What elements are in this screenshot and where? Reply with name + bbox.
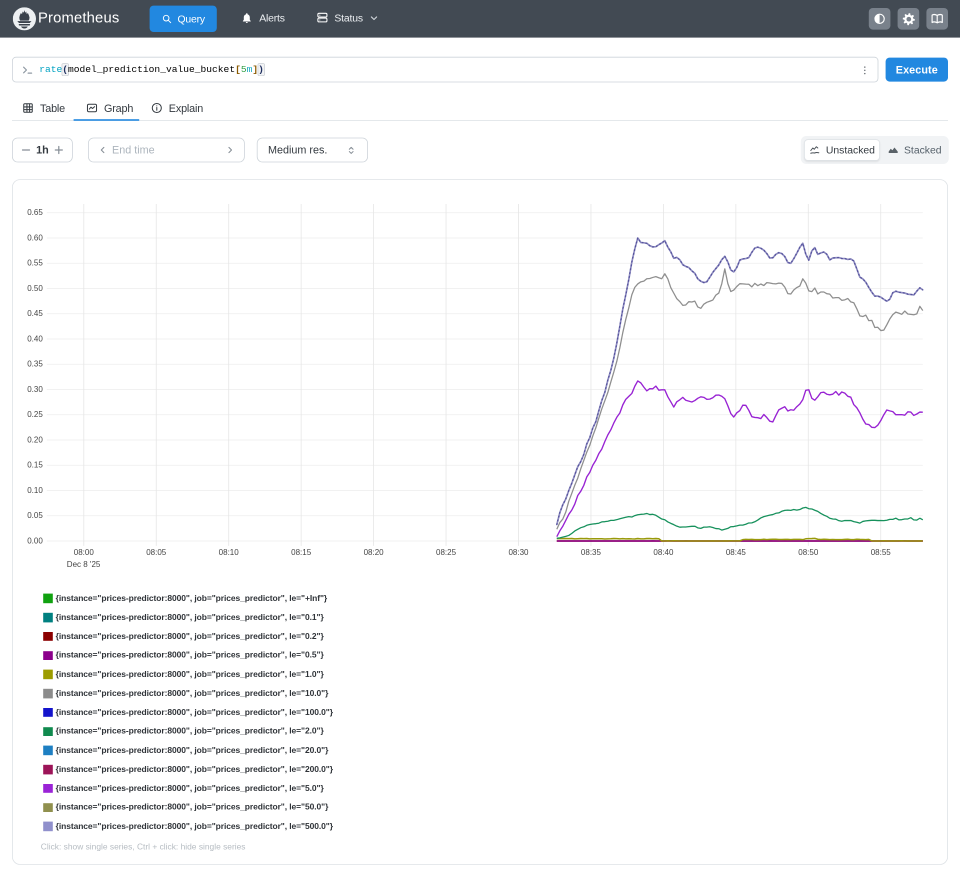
svg-text:0.65: 0.65 [27, 208, 43, 217]
svg-text:08:20: 08:20 [364, 548, 385, 557]
svg-text:08:25: 08:25 [436, 548, 457, 557]
svg-text:08:50: 08:50 [798, 548, 819, 557]
svg-text:08:15: 08:15 [291, 548, 312, 557]
svg-text:08:45: 08:45 [726, 548, 747, 557]
svg-text:08:05: 08:05 [146, 548, 167, 557]
svg-text:0.55: 0.55 [27, 259, 43, 268]
svg-text:08:30: 08:30 [508, 548, 529, 557]
svg-text:0.25: 0.25 [27, 410, 43, 419]
svg-text:0.35: 0.35 [27, 360, 43, 369]
svg-text:08:40: 08:40 [653, 548, 674, 557]
svg-text:08:35: 08:35 [581, 548, 602, 557]
svg-text:08:00: 08:00 [74, 548, 95, 557]
svg-text:08:10: 08:10 [219, 548, 240, 557]
svg-text:08:55: 08:55 [871, 548, 892, 557]
svg-text:0.30: 0.30 [27, 385, 43, 394]
svg-text:0.20: 0.20 [27, 435, 43, 444]
svg-text:0.50: 0.50 [27, 284, 43, 293]
svg-text:Dec 8 '25: Dec 8 '25 [67, 560, 101, 569]
svg-text:0.60: 0.60 [27, 233, 43, 242]
svg-text:0.15: 0.15 [27, 461, 43, 470]
svg-text:0.45: 0.45 [27, 309, 43, 318]
svg-text:0.40: 0.40 [27, 334, 43, 343]
svg-text:0.00: 0.00 [27, 536, 43, 545]
svg-text:0.10: 0.10 [27, 486, 43, 495]
svg-text:0.05: 0.05 [27, 511, 43, 520]
